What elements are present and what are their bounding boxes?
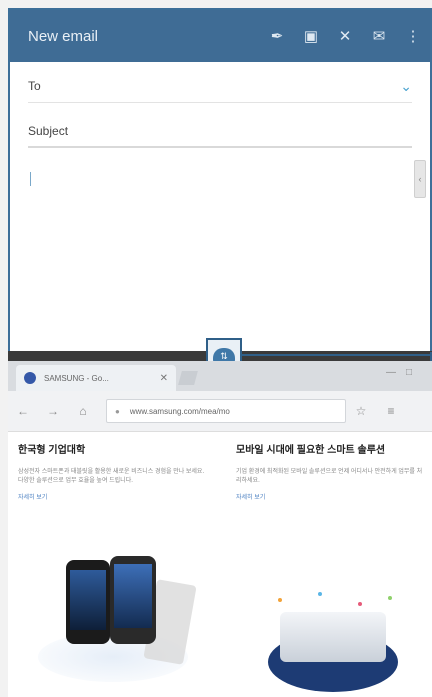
tab-close-icon[interactable]: ✕ <box>160 373 168 384</box>
forward-icon[interactable]: → <box>38 404 68 418</box>
left-headline[interactable]: 한국형 기업대학 <box>18 444 208 458</box>
right-article[interactable]: 모바일 시대에 필요한 스마트 솔루션 기업 환경에 최적화된 모바일 솔루션으… <box>236 444 426 501</box>
phone-graphic <box>110 556 156 644</box>
solutions-image[interactable] <box>258 592 408 696</box>
browser-pane: SAMSUNG - Go... ✕ —□ ← → ⌂ ● www.samsung… <box>8 361 432 697</box>
overflow-menu-icon[interactable]: ⋮ <box>396 10 430 62</box>
email-compose-pane: New email ✒ ▣ ✕ ✉ ⋮ To ⌄ Subject ‹ <box>8 8 432 351</box>
left-blurb: 삼성전자 스마트폰과 태블릿을 활용한 새로운 비즈니스 경험을 만나 보세요.… <box>18 469 205 484</box>
to-field[interactable]: To ⌄ <box>28 70 412 103</box>
screen: New email ✒ ▣ ✕ ✉ ⋮ To ⌄ Subject ‹ ⇅ SAM… <box>8 8 432 697</box>
subject-field[interactable]: Subject <box>28 116 412 148</box>
chevron-down-icon[interactable]: ⌄ <box>400 78 412 95</box>
email-title: New email <box>28 27 99 45</box>
email-action-bar: New email ✒ ▣ ✕ ✉ ⋮ <box>10 10 430 62</box>
email-body-input[interactable] <box>28 158 412 328</box>
new-tab-button[interactable] <box>178 371 198 385</box>
url-text: www.samsung.com/mea/mo <box>129 406 230 416</box>
menu-icon[interactable]: ≡ <box>376 404 406 418</box>
close-icon[interactable]: ✕ <box>328 10 362 62</box>
url-input[interactable]: ● www.samsung.com/mea/mo <box>106 399 346 423</box>
confetti-dot <box>318 592 322 596</box>
browser-tab[interactable]: SAMSUNG - Go... ✕ <box>16 365 176 391</box>
confetti-dot <box>388 596 392 600</box>
home-icon[interactable]: ⌂ <box>68 404 98 418</box>
tab-strip: SAMSUNG - Go... ✕ —□ <box>8 361 432 391</box>
camera-icon[interactable]: ▣ <box>294 10 328 62</box>
window-controls[interactable]: —□ <box>386 367 422 378</box>
right-blurb: 기업 환경에 최적화된 모바일 솔루션으로 언제 어디서나 안전하게 업무를 처… <box>236 469 423 484</box>
confetti-dot <box>278 598 282 602</box>
phone-graphic <box>66 560 110 644</box>
attach-icon[interactable]: ✒ <box>260 10 294 62</box>
side-panel-handle[interactable]: ‹ <box>414 160 426 198</box>
callout-line <box>242 352 432 364</box>
subject-label: Subject <box>28 124 69 138</box>
favicon-icon <box>24 372 36 384</box>
right-headline[interactable]: 모바일 시대에 필요한 스마트 솔루션 <box>236 444 426 458</box>
confetti-dot <box>358 602 362 606</box>
left-more-link[interactable]: 자세히 보기 <box>18 492 208 501</box>
bookmark-icon[interactable]: ☆ <box>346 404 376 418</box>
left-article[interactable]: 한국형 기업대학 삼성전자 스마트폰과 태블릿을 활용한 새로운 비즈니스 경험… <box>18 444 208 501</box>
right-more-link[interactable]: 자세히 보기 <box>236 492 426 501</box>
text-cursor <box>30 172 31 186</box>
phones-image[interactable] <box>38 552 198 692</box>
to-label: To <box>28 79 41 93</box>
tab-label: SAMSUNG - Go... <box>44 373 109 383</box>
web-page: 한국형 기업대학 삼성전자 스마트폰과 태블릿을 활용한 새로운 비즈니스 경험… <box>8 432 432 697</box>
send-icon[interactable]: ✉ <box>362 10 396 62</box>
lock-icon: ● <box>115 406 120 416</box>
cubes-graphic <box>280 612 386 662</box>
back-icon[interactable]: ← <box>8 404 38 418</box>
browser-toolbar: ← → ⌂ ● www.samsung.com/mea/mo ☆ ≡ <box>8 391 432 432</box>
